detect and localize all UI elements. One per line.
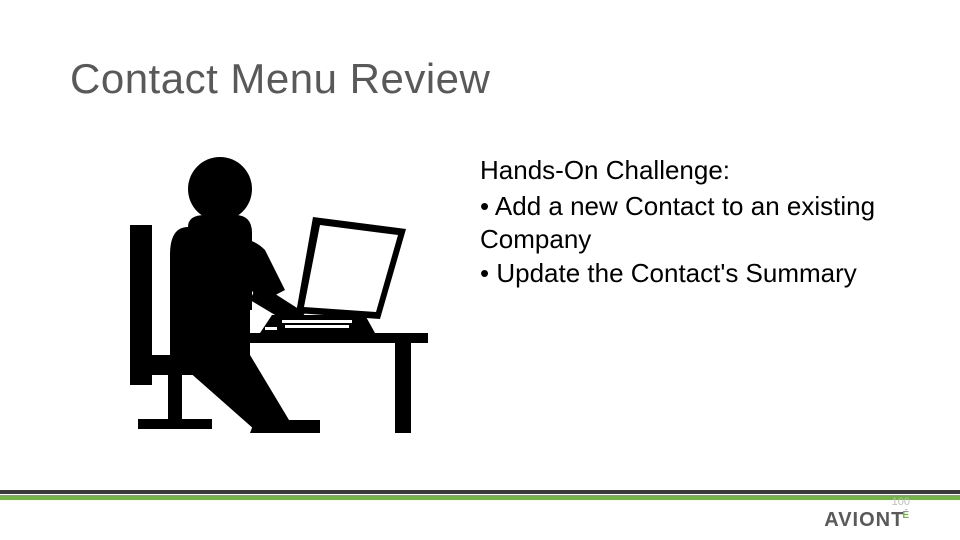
slide: Contact Menu Review: [0, 0, 960, 540]
text-column: Hands-On Challenge: • Add a new Contact …: [470, 155, 900, 445]
brand-logo: AVIONTÉ: [824, 509, 910, 532]
footer-divider: [0, 490, 960, 500]
slide-title: Contact Menu Review: [70, 55, 490, 103]
person-at-computer-icon: [110, 155, 430, 445]
content-area: Hands-On Challenge: • Add a new Contact …: [70, 155, 900, 445]
challenge-heading: Hands-On Challenge:: [480, 155, 900, 186]
bullet-text: Update the Contact's Summary: [496, 258, 856, 288]
page-number: 100: [892, 496, 910, 508]
icon-column: [70, 155, 470, 445]
bullet-item: • Update the Contact's Summary: [480, 257, 900, 290]
bullet-text: Add a new Contact to an existing Company: [480, 191, 875, 254]
logo-text: AVIONTÉ: [824, 509, 910, 532]
bullet-item: • Add a new Contact to an existing Compa…: [480, 190, 900, 255]
